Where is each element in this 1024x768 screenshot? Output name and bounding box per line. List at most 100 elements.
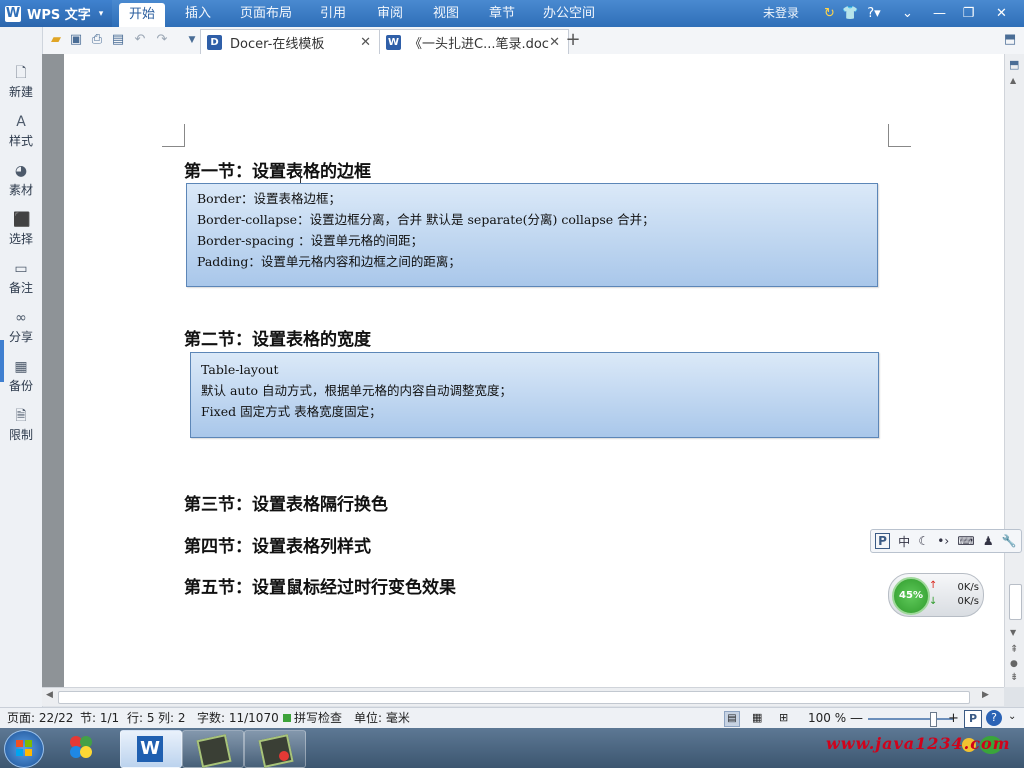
undo-icon[interactable]: ↶ [132,32,148,48]
tab-current-document[interactable]: W 《一头扎进C...笔录.doc ✕ [379,29,569,55]
tab-docer-templates[interactable]: D Docer-在线模板 ✕ [200,29,380,55]
status-unit[interactable]: 单位: 毫米 [354,708,410,729]
margin-mark [162,124,185,147]
sidebar-item-new[interactable]: 🗋 新建 [0,57,42,103]
usage-gauge: 45% [892,577,930,615]
scroll-left-icon[interactable]: ◀ [46,690,53,700]
open-folder-icon[interactable]: ▰ [48,32,64,48]
close-icon[interactable]: ✕ [993,5,1010,22]
help-icon[interactable]: ? [986,710,1002,726]
tab-page-layout[interactable]: 页面布局 [235,0,297,27]
sidebar-item-material[interactable]: ◕ 素材 [0,155,42,201]
sidebar-item-share[interactable]: ∞ 分享 [0,302,42,348]
windows-logo-icon [16,740,23,747]
next-page-icon[interactable]: ⇟ [1010,672,1018,683]
sidebar-item-label: 新建 [8,85,33,99]
add-tab-icon[interactable]: + [565,31,581,49]
ime-logo-icon[interactable]: P [875,533,890,549]
tab-office-space[interactable]: 办公空间 [538,0,600,27]
text-box-width[interactable]: Table-layout 默认 auto 自动方式，根据单元格的内容自动调整宽度… [190,352,879,438]
user-icon[interactable]: ♟ [983,534,994,548]
collapse-ribbon-icon[interactable]: ⬒ [1002,32,1018,48]
spell-check-toggle[interactable]: 拼写检查 [294,708,342,729]
sidebar-item-style[interactable]: A 样式 [0,106,42,152]
layout-toggle-icon[interactable]: ⬒ [1009,58,1019,71]
sidebar-item-restrict[interactable]: 🗎 限制 [0,400,42,446]
moon-icon[interactable]: ☾ [918,534,929,548]
scroll-up-icon[interactable]: ▲ [1010,76,1016,85]
zoom-in-icon[interactable]: + [948,708,959,729]
status-word-count[interactable]: 字数: 11/1070 [197,708,279,729]
windows-logo-icon [25,740,32,747]
select-browse-object-icon[interactable]: ● [1010,659,1018,669]
windows-logo-icon [16,749,23,756]
punctuation-icon[interactable]: •› [937,534,949,548]
style-icon: A [16,114,26,130]
taskbar-app-recorder[interactable] [182,730,244,768]
outline-view-icon[interactable]: ▦ [752,711,762,724]
share-link-icon: ∞ [15,310,27,326]
chevron-down-icon[interactable]: ▼ [184,32,200,48]
sidebar-item-select[interactable]: ⬛ 选择 [0,204,42,250]
tab-chapter[interactable]: 章节 [482,0,522,27]
horizontal-scrollbar[interactable]: ◀ ▶ [42,687,1004,706]
tab-references[interactable]: 引用 [313,0,353,27]
section-heading-4: 第四节：设置表格列样式 [184,537,371,557]
tab-view[interactable]: 视图 [426,0,466,27]
redo-icon[interactable]: ↷ [154,32,170,48]
print-icon[interactable]: ⎙ [89,32,105,48]
margin-mark [888,124,911,147]
sidebar-item-backup[interactable]: ▦ 备份 [0,351,42,397]
sync-icon[interactable]: ↻ [821,5,838,22]
comment-icon: ▭ [14,261,28,277]
ime-mode-toggle[interactable]: 中 [898,533,910,550]
tab-home[interactable]: 开始 [119,3,165,27]
chevron-down-icon[interactable]: ⌄ [899,5,916,22]
zoom-slider-track[interactable] [868,718,954,720]
previous-page-icon[interactable]: ⇞ [1010,644,1018,655]
text-line: Padding：设置单元格内容和边框之间的距离； [197,254,461,269]
wrench-icon[interactable]: 🔧 [1002,534,1017,548]
help-icon[interactable]: ?▾ [863,5,885,22]
sidebar-item-label: 样式 [8,134,33,148]
network-speed-widget[interactable]: 45% ↑ 0K/s ↓ 0K/s [888,573,984,617]
scroll-thumb[interactable] [1009,584,1022,620]
status-row: 行: 5 [127,711,155,725]
restore-icon[interactable]: ❐ [960,5,977,22]
recorder-icon [196,734,232,768]
tab-insert[interactable]: 插入 [178,0,218,27]
tab-review[interactable]: 审阅 [370,0,410,27]
scroll-right-icon[interactable]: ▶ [982,690,989,700]
close-icon[interactable]: ✕ [549,35,560,50]
scroll-down-icon[interactable]: ▼ [1010,628,1016,637]
zoom-slider-thumb[interactable] [930,712,938,727]
minimize-icon[interactable]: — [931,5,948,22]
ime-logo-icon[interactable]: P [964,710,982,728]
zoom-out-icon[interactable]: — [850,708,863,729]
keyboard-icon[interactable]: ⌨ [957,534,974,548]
vertical-scrollbar[interactable]: ⬒ ▲ ▼ ⇞ ● ⇟ [1004,54,1024,687]
app-menu-button[interactable]: W WPS 文字 ▾ [0,0,112,27]
status-bar: 页面: 22/22 节: 1/1 行: 5 列: 2 字数: 11/1070 拼… [0,707,1024,729]
taskbar-app-recorder-2[interactable] [244,730,306,768]
scroll-thumb[interactable] [58,691,970,704]
close-icon[interactable]: ✕ [360,35,371,50]
text-line: Fixed 固定方式 表格宽度固定； [201,404,382,419]
web-view-icon[interactable]: ⊞ [779,711,788,724]
status-page[interactable]: 页面: 22/22 [7,708,73,729]
chevron-down-icon[interactable]: ⌄ [1008,711,1016,722]
sidebar-item-comment[interactable]: ▭ 备注 [0,253,42,299]
zoom-level[interactable]: 100 % [808,708,846,729]
save-icon[interactable]: ▣ [68,32,84,48]
page-view-icon[interactable]: ▤ [724,711,740,727]
text-box-border[interactable]: Border：设置表格边框； Border-collapse：设置边框分离，合并… [186,183,878,287]
login-link[interactable]: 未登录 [763,0,799,27]
text-line: Table-layout [201,362,279,377]
skin-shirt-icon[interactable]: 👕 [842,5,859,22]
taskbar-app-wps[interactable]: W [120,730,182,768]
ime-toolbar[interactable]: P 中 ☾ •› ⌨ ♟ 🔧 [870,529,1022,553]
print-preview-icon[interactable]: ▤ [110,32,126,48]
start-button[interactable] [4,730,44,768]
download-speed: 0K/s [957,596,980,607]
taskbar-app-multicolor[interactable] [52,730,112,766]
